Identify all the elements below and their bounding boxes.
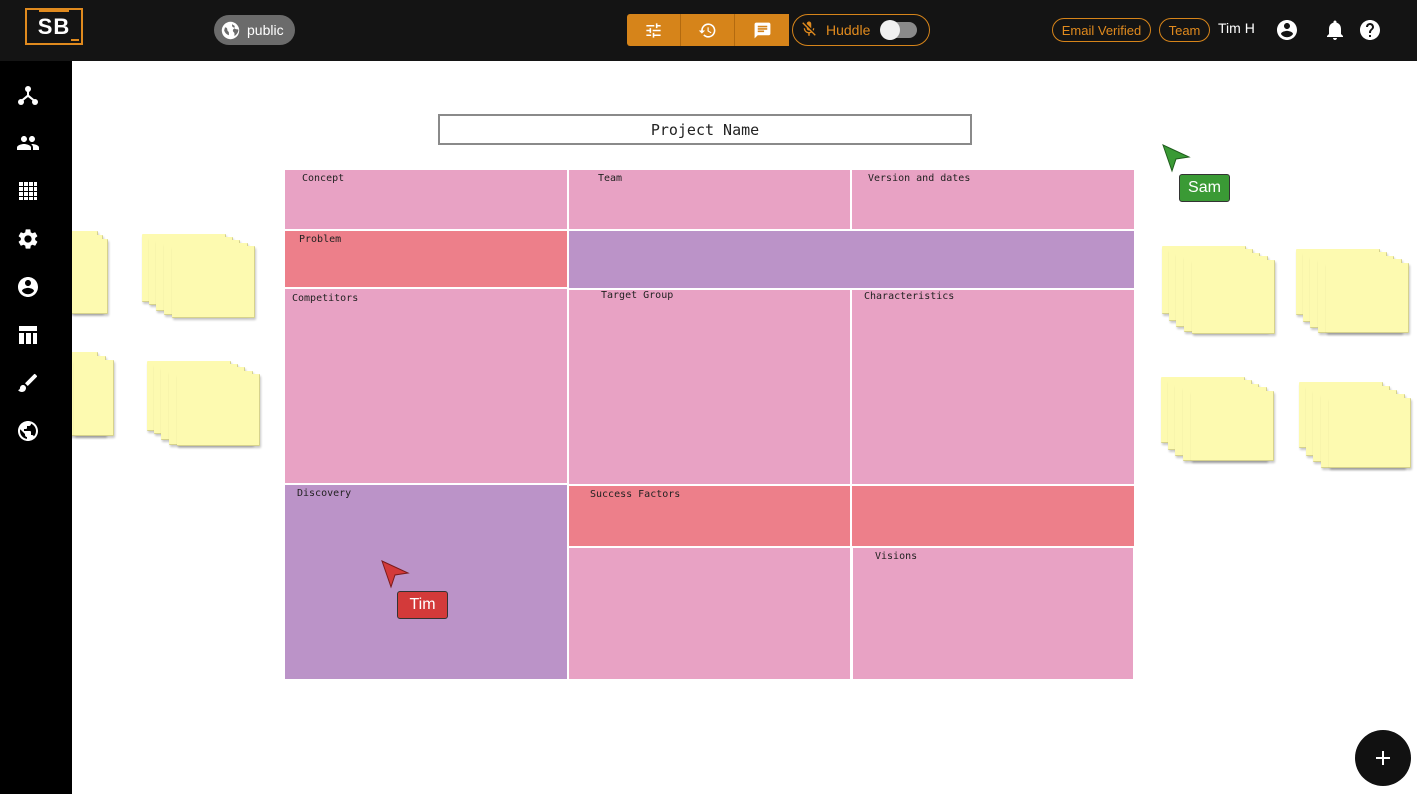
huddle-control[interactable]: Huddle — [792, 14, 930, 46]
notifications-bell-icon[interactable] — [1323, 18, 1347, 42]
visibility-label: public — [247, 22, 284, 38]
characteristics-label: Characteristics — [864, 291, 955, 302]
competitors-cell[interactable]: Competitors — [285, 289, 567, 483]
sam-cursor-label: Sam — [1179, 174, 1230, 202]
brush-icon[interactable] — [16, 371, 40, 395]
discovery-cell[interactable]: Discovery — [285, 485, 567, 679]
help-icon[interactable] — [1358, 18, 1382, 42]
tim-cursor-pointer — [380, 559, 410, 589]
target-group-label: Target Group — [601, 290, 674, 301]
apps-grid-icon[interactable] — [16, 179, 40, 203]
visibility-toggle[interactable]: public — [214, 15, 295, 45]
success-factors-cell[interactable]: Success Factors — [569, 486, 850, 546]
user-name[interactable]: Tim H — [1218, 20, 1255, 36]
team-label: Team — [598, 173, 623, 184]
concept-cell[interactable]: Concept — [285, 170, 567, 229]
version-label: Version and dates — [868, 173, 971, 184]
success-factors-detail-cell[interactable] — [852, 486, 1134, 546]
characteristics-cell[interactable]: Characteristics — [852, 290, 1134, 484]
account-circle-icon[interactable] — [1275, 18, 1299, 42]
settings-tune-button[interactable] — [627, 14, 681, 46]
problem-cell[interactable]: Problem — [285, 231, 567, 287]
tim-cursor-label: Tim — [397, 591, 448, 619]
team-badge[interactable]: Team — [1159, 18, 1210, 42]
mic-off-icon — [800, 20, 818, 41]
account-icon[interactable] — [16, 275, 40, 299]
globe-icon — [221, 21, 240, 39]
visions-cell[interactable]: Visions — [853, 548, 1133, 679]
problem-label: Problem — [299, 234, 342, 245]
board-toolbar — [627, 14, 789, 46]
discovery-label: Discovery — [297, 488, 352, 499]
huddle-label: Huddle — [826, 22, 871, 38]
problem-detail-cell[interactable] — [569, 231, 1134, 288]
sam-cursor-pointer — [1161, 143, 1191, 173]
tune-icon — [646, 22, 661, 38]
huddle-switch[interactable] — [880, 20, 917, 40]
settings-gear-icon[interactable] — [16, 227, 40, 251]
add-button[interactable] — [1355, 730, 1411, 786]
project-name-field[interactable]: Project Name — [438, 114, 972, 145]
top-bar: SB public Huddle Email Verified Team Tim… — [0, 0, 1417, 61]
competitors-label: Competitors — [292, 293, 359, 304]
history-button[interactable] — [681, 14, 735, 46]
whiteboard-canvas[interactable]: Project Name Concept Team Version and da… — [72, 61, 1417, 794]
target-group-cell[interactable]: Target Group — [569, 290, 850, 484]
concept-label: Concept — [302, 173, 345, 184]
team-cell[interactable]: Team — [569, 170, 850, 229]
network-icon[interactable] — [16, 83, 40, 107]
plus-icon — [1376, 751, 1390, 765]
left-sidebar — [0, 61, 72, 794]
globe-icon[interactable] — [16, 419, 40, 443]
history-icon — [698, 22, 716, 38]
chat-icon — [754, 22, 770, 38]
email-verified-badge[interactable]: Email Verified — [1052, 18, 1151, 42]
people-icon[interactable] — [16, 131, 40, 155]
app-logo[interactable]: SB — [25, 8, 83, 45]
chat-button[interactable] — [735, 14, 789, 46]
version-cell[interactable]: Version and dates — [852, 170, 1134, 229]
visions-label: Visions — [875, 551, 918, 562]
blank-cell[interactable] — [569, 548, 850, 679]
success-factors-label: Success Factors — [590, 489, 681, 500]
table-layout-icon[interactable] — [16, 323, 40, 347]
